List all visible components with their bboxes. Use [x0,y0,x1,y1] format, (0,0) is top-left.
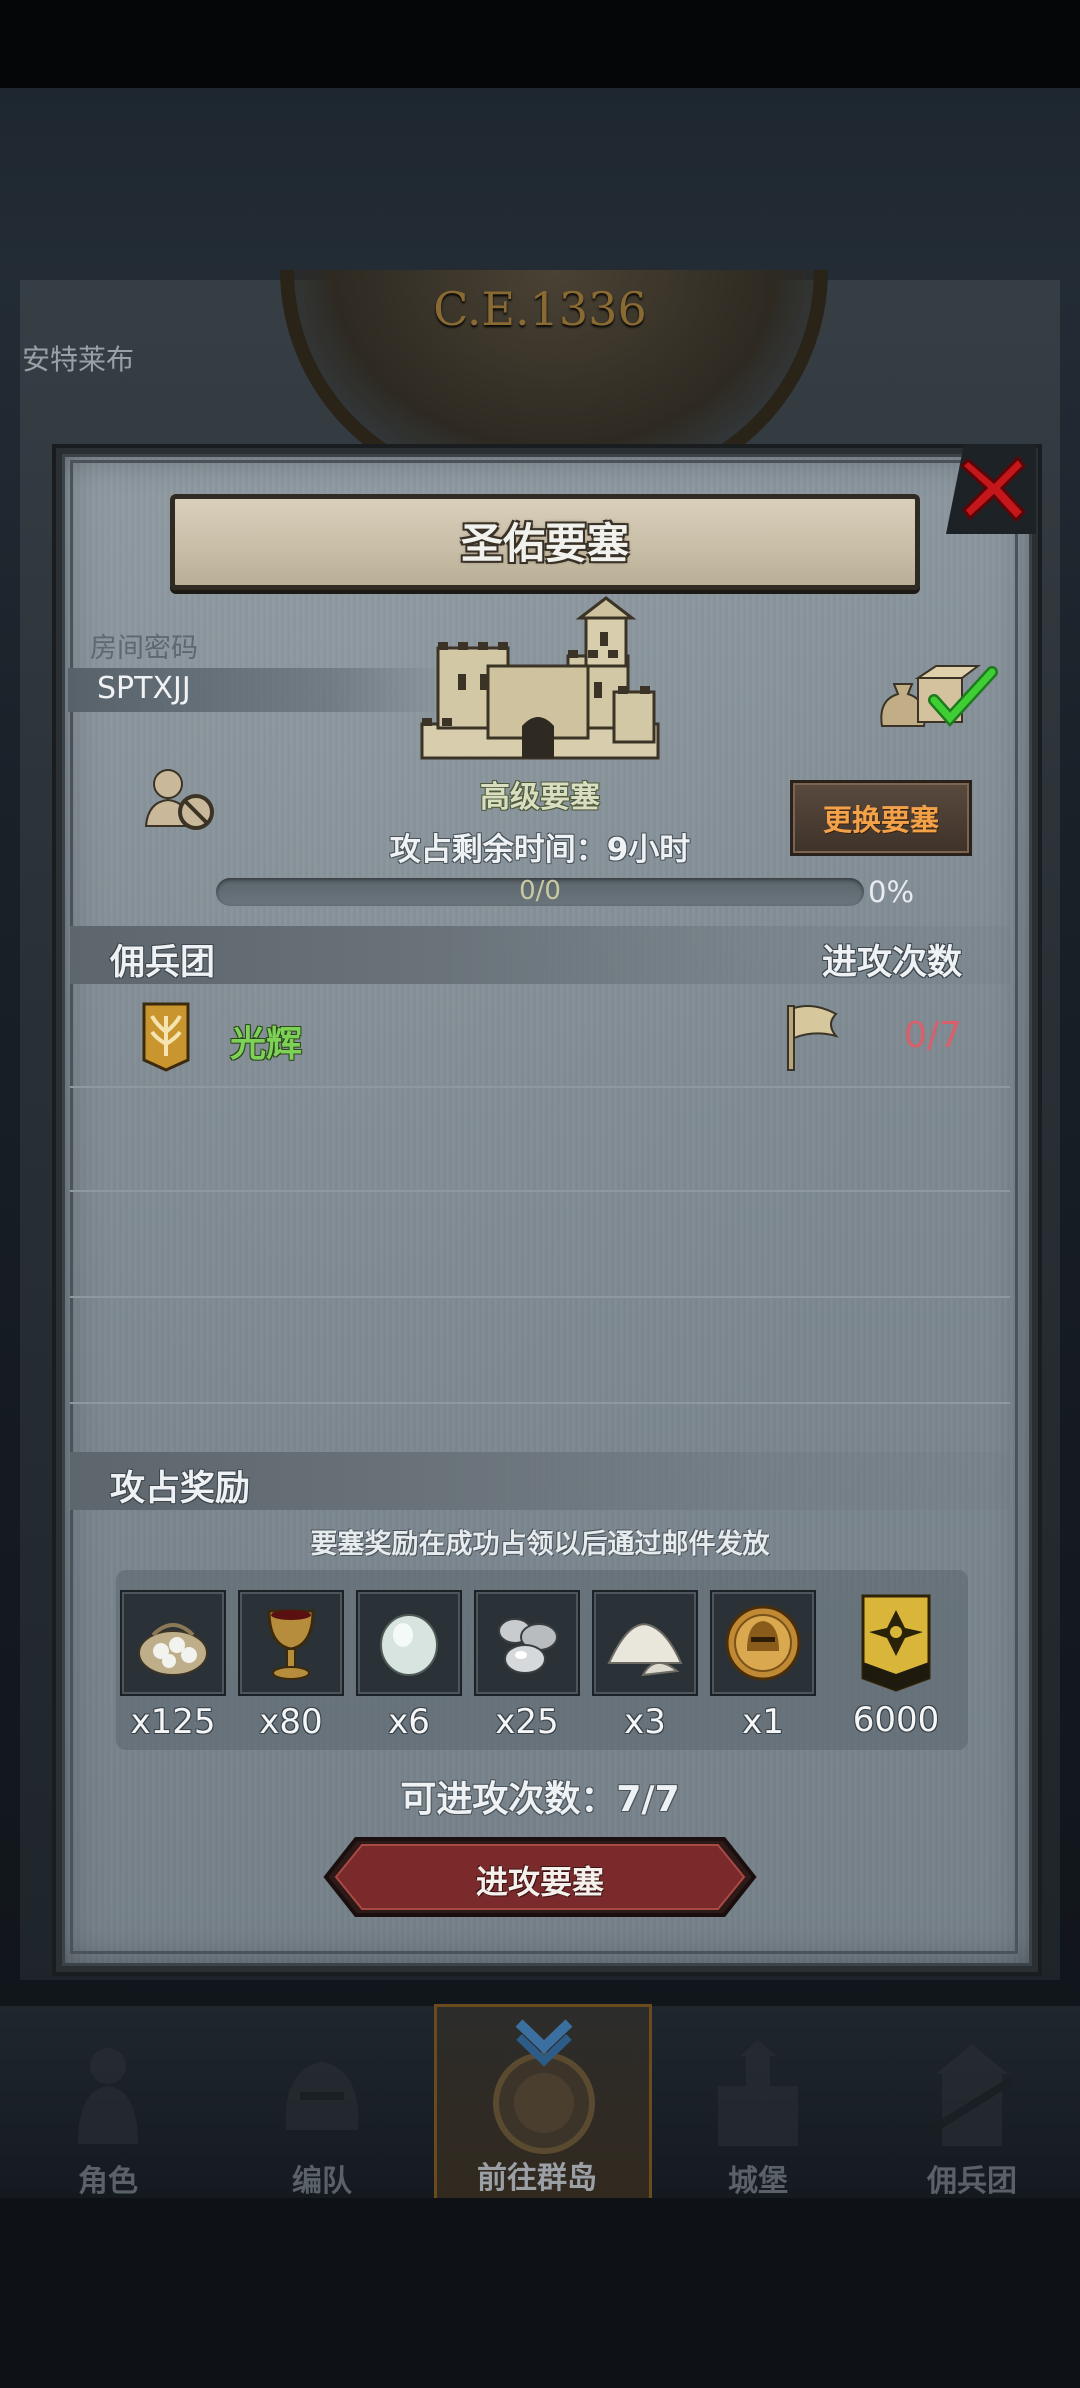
capture-progress-count: 0/0 [519,876,561,906]
castle-icon [718,2040,798,2146]
nav-label: 前往群岛 [477,2161,597,2196]
reward-item[interactable]: 6000 [843,1590,949,1740]
helmet-coin-icon [725,1605,801,1681]
flag-icon [787,1005,839,1071]
nav-castle[interactable]: 城堡 [658,2010,858,2199]
nav-label: 编队 [292,2164,352,2199]
era-label: C.E.1336 [433,282,647,336]
attack-count-header: 进攻次数 [822,943,963,983]
compass-icon [493,2019,595,2154]
salt-pile-icon [607,1623,683,1677]
status-bar [0,0,1080,88]
reward-qty: x125 [130,1702,216,1742]
nav-label: 角色 [78,2164,138,2199]
reward-item[interactable]: x3 [592,1590,698,1742]
reward-qty: x25 [495,1702,559,1742]
reward-item[interactable]: x6 [356,1590,462,1742]
banner-emblem-icon [861,1594,931,1692]
nav-mercenary[interactable]: 佣兵团 [872,2010,1072,2199]
region-label: 安特莱布 [22,343,135,376]
sack-icon [138,1623,208,1676]
fortress-icon [420,596,660,760]
reward-qty: x6 [388,1702,430,1742]
silver-ore-icon [498,1618,558,1674]
helmet-icon [285,2062,359,2130]
reward-item[interactable]: x25 [474,1590,580,1742]
goblet-icon [267,1609,315,1680]
no-user-icon[interactable] [140,764,220,834]
row-divider [70,1190,1010,1192]
reward-qty: 6000 [852,1700,940,1740]
room-code-label: 房间密码 [90,633,198,664]
reward-header: 攻占奖励 [110,1469,251,1509]
reward-qty: x1 [742,1702,784,1742]
attack-fortress-label: 进攻要塞 [475,1863,604,1901]
reward-qty: x3 [624,1702,666,1742]
reward-item[interactable]: x1 [710,1590,816,1742]
bottom-backdrop [0,2198,1080,2388]
row-divider [70,1296,1010,1298]
guild-attacks: 0/7 [904,1015,962,1056]
knight-icon [78,2048,138,2144]
reward-qty: x80 [259,1702,323,1742]
loot-bag-check-icon[interactable] [874,656,1004,736]
room-code: SPTXJJ [97,671,191,706]
close-icon [959,455,1027,523]
nav-islands[interactable]: 前往群岛 [434,2004,652,2202]
capture-progress-percent: 0% [868,875,915,909]
reward-item[interactable]: x125 [120,1590,226,1742]
mercenary-icon [929,2044,1015,2146]
attacks-available: 可进攻次数：7/7 [400,1779,680,1820]
nav-character[interactable]: 角色 [8,2010,208,2199]
guild-name: 光辉 [230,1024,303,1065]
remaining-time: 攻占剩余时间：9小时 [389,832,691,868]
gem-icon [380,1614,438,1676]
row-divider [70,1402,1010,1404]
guild-banner-icon [142,1002,190,1072]
guild-row[interactable] [70,990,1010,1088]
nav-label: 佣兵团 [927,2164,1017,2199]
reward-note: 要塞奖励在成功占领以后通过邮件发放 [310,1529,770,1560]
dialog-title: 圣佑要塞 [460,519,629,568]
nav-label: 城堡 [728,2164,788,2199]
fortress-level: 高级要塞 [480,780,600,815]
nav-formation[interactable]: 编队 [222,2010,422,2199]
reward-item[interactable]: x80 [238,1590,344,1742]
mercenary-header: 佣兵团 [110,943,216,983]
